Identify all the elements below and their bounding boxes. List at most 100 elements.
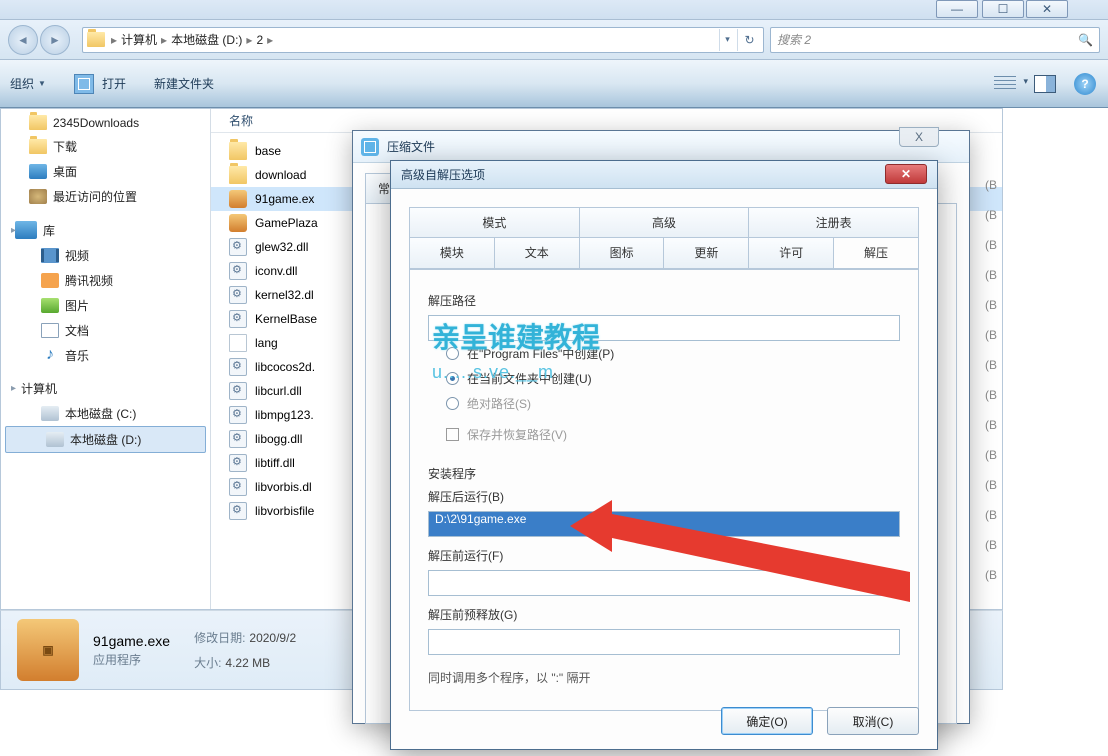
radio-label: 在"Program Files"中创建(P)	[467, 345, 614, 362]
sidebar-item-label: 本地磁盘 (C:)	[65, 405, 136, 422]
pre-release-input[interactable]	[428, 629, 900, 655]
video-icon	[41, 248, 59, 263]
close-button[interactable]: ✕	[1026, 0, 1068, 18]
dialog1-titlebar[interactable]: 压缩文件	[353, 131, 969, 163]
preview-pane-toggle[interactable]	[1034, 75, 1056, 93]
tab-解压[interactable]: 解压	[834, 238, 918, 268]
tab-文本[interactable]: 文本	[495, 238, 580, 268]
sidebar-item-label: 图片	[65, 297, 89, 314]
sfx-options-dialog: 高级自解压选项 ✕ 模式高级注册表 模块文本图标更新许可解压 解压路径 在"Pr…	[390, 160, 938, 750]
file-name: libmpg123.	[255, 408, 314, 422]
sidebar-item[interactable]: 最近访问的位置	[1, 184, 210, 209]
extract-tab-panel: 解压路径 在"Program Files"中创建(P) 在当前文件夹中创建(U) 绝…	[409, 270, 919, 711]
sidebar-computer-header[interactable]: ▸计算机	[1, 368, 210, 401]
breadcrumb-1[interactable]: 计算机	[117, 31, 161, 48]
extract-path-label: 解压路径	[428, 292, 900, 309]
new-folder-button[interactable]: 新建文件夹	[154, 75, 214, 92]
file-name: glew32.dll	[255, 240, 308, 254]
dialog2-close-button[interactable]: ✕	[885, 164, 927, 184]
tab-图标[interactable]: 图标	[580, 238, 665, 268]
breadcrumb-2[interactable]: 本地磁盘 (D:)	[167, 31, 246, 48]
run-before-label: 解压前运行(F)	[428, 547, 900, 564]
cancel-button[interactable]: 取消(C)	[827, 707, 919, 735]
sidebar-library-item[interactable]: ♪音乐	[1, 343, 210, 368]
selected-file-type: 应用程序	[93, 651, 170, 668]
minimize-button[interactable]: —	[936, 0, 978, 18]
dialog1-close-button[interactable]: X	[899, 127, 939, 147]
path-radio[interactable]: 在"Program Files"中创建(P)	[428, 341, 900, 366]
dll-icon	[229, 238, 247, 256]
sidebar-library-item[interactable]: 视频	[1, 243, 210, 268]
file-name: libtiff.dll	[255, 456, 295, 470]
window-titlebar: — ☐ ✕	[0, 0, 1108, 20]
help-button[interactable]: ?	[1074, 73, 1096, 95]
address-dropdown[interactable]: ▾	[719, 29, 735, 51]
file-name: 91game.ex	[255, 192, 314, 206]
sidebar-item-label: 腾讯视频	[65, 272, 113, 289]
dll-icon	[229, 382, 247, 400]
sidebar-item[interactable]: 桌面	[1, 159, 210, 184]
ok-button[interactable]: 确定(O)	[721, 707, 813, 735]
dll-icon	[229, 406, 247, 424]
pic-icon	[41, 298, 59, 313]
file-name: lang	[255, 336, 278, 350]
sidebar-drive-item[interactable]: 本地磁盘 (D:)	[5, 426, 206, 453]
open-button[interactable]: 打开	[74, 74, 126, 94]
dialog2-titlebar[interactable]: 高级自解压选项	[391, 161, 937, 189]
archive-icon	[361, 138, 379, 156]
drive-icon	[46, 432, 64, 447]
radio-label: 在当前文件夹中创建(U)	[467, 370, 592, 387]
sidebar-item-label: 桌面	[53, 163, 77, 180]
library-icon	[15, 221, 37, 239]
path-radio[interactable]: 在当前文件夹中创建(U)	[428, 366, 900, 391]
dll-icon	[229, 310, 247, 328]
sidebar-item[interactable]: 2345Downloads	[1, 111, 210, 134]
tab-更新[interactable]: 更新	[664, 238, 749, 268]
blueball-icon	[29, 189, 47, 204]
breadcrumb-3[interactable]: 2	[252, 33, 267, 47]
extract-path-input[interactable]	[428, 315, 900, 341]
tab-模式[interactable]: 模式	[410, 208, 580, 237]
organize-label: 组织	[10, 75, 34, 92]
sidebar-libraries-header[interactable]: ▸库	[1, 209, 210, 243]
file-name: KernelBase	[255, 312, 317, 326]
back-button[interactable]: ◄	[8, 25, 38, 55]
sidebar-item-label: 下载	[53, 138, 77, 155]
sidebar-library-item[interactable]: 文档	[1, 318, 210, 343]
maximize-button[interactable]: ☐	[982, 0, 1024, 18]
tab-高级[interactable]: 高级	[580, 208, 750, 237]
save-restore-checkbox[interactable]: 保存并恢复路径(V)	[428, 422, 900, 447]
sidebar-library-item[interactable]: 图片	[1, 293, 210, 318]
refresh-button[interactable]: ↻	[737, 29, 761, 51]
size-value: 4.22 MB	[225, 656, 270, 670]
file-name: GamePlaza	[255, 216, 318, 230]
run-after-input[interactable]: D:\2\91game.exe	[428, 511, 900, 537]
selected-file-name: 91game.exe	[93, 633, 170, 649]
exe-icon	[229, 190, 247, 208]
tab-注册表[interactable]: 注册表	[749, 208, 918, 237]
forward-button[interactable]: ►	[40, 25, 70, 55]
sidebar-library-item[interactable]: 腾讯视频	[1, 268, 210, 293]
address-row: ◄ ► ▸ 计算机 ▸ 本地磁盘 (D:) ▸ 2 ▸ ▾ ↻ 搜索 2 🔍	[0, 20, 1108, 60]
sidebar: 2345Downloads 下载桌面最近访问的位置▸库视频腾讯视频图片文档♪音乐▸…	[1, 109, 211, 609]
drive-icon	[41, 406, 59, 421]
folder-icon	[229, 142, 247, 160]
pre-release-label: 解压前预释放(G)	[428, 606, 900, 623]
exe-icon	[229, 214, 247, 232]
save-restore-label: 保存并恢复路径(V)	[467, 426, 567, 443]
tab-许可[interactable]: 许可	[749, 238, 834, 268]
tab-模块[interactable]: 模块	[410, 238, 495, 268]
organize-menu[interactable]: 组织▼	[10, 75, 46, 92]
path-radio: 绝对路径(S)	[428, 391, 900, 416]
sidebar-item-label: 本地磁盘 (D:)	[70, 431, 141, 448]
view-menu[interactable]	[994, 76, 1016, 92]
sidebar-drive-item[interactable]: 本地磁盘 (C:)	[1, 401, 210, 426]
search-input[interactable]: 搜索 2 🔍	[770, 27, 1100, 53]
search-icon: 🔍	[1078, 33, 1093, 47]
folder-icon	[229, 166, 247, 184]
dialog2-title: 高级自解压选项	[401, 166, 485, 183]
address-bar[interactable]: ▸ 计算机 ▸ 本地磁盘 (D:) ▸ 2 ▸ ▾ ↻	[82, 27, 764, 53]
file-name: download	[255, 168, 306, 182]
run-before-input[interactable]	[428, 570, 900, 596]
sidebar-item[interactable]: 下载	[1, 134, 210, 159]
